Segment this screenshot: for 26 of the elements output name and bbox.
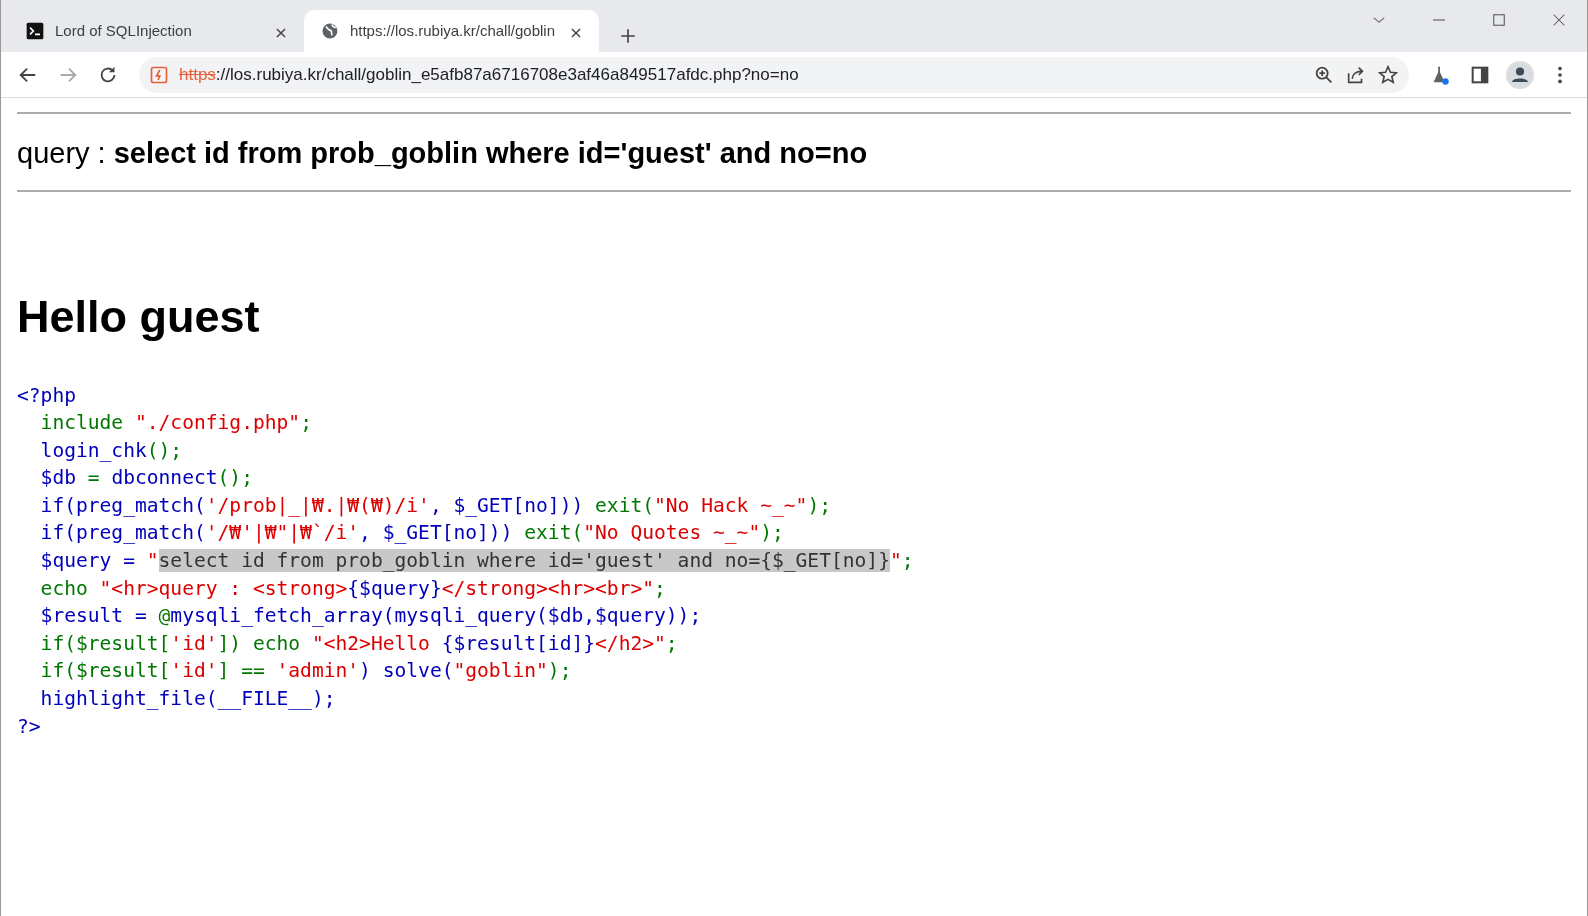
code-line: login_chk(); (39, 437, 184, 464)
maximize-icon[interactable] (1490, 11, 1508, 29)
code-line: $result = @mysqli_fetch_array(mysqli_query($db,$query)); (39, 603, 703, 630)
code-line: highlight_file(__FILE__); (39, 686, 337, 713)
plus-icon (619, 27, 637, 46)
page-heading: Hello guest (17, 289, 261, 344)
url-text: https://los.rubiya.kr/chall/goblin_e5afb87a6716708e3af46a849517afdc.php?no=no (179, 63, 799, 86)
star-icon[interactable] (1377, 63, 1399, 86)
code-line: if(preg_match('/prob|_|₩.|₩(₩)/i', $_GET[no])) exit("No Hack ~_~"); (39, 492, 832, 519)
avatar-icon[interactable] (1506, 60, 1534, 89)
query-text: query : select id from prob_goblin where id='guest' and no=no (17, 136, 869, 171)
terminal-icon (25, 21, 45, 41)
code-line: if($result['id'] == 'admin') solve("goblin"); (39, 658, 573, 685)
close-icon (274, 25, 288, 40)
browser-tab[interactable]: Lord of SQLInjection (9, 10, 304, 52)
address-bar[interactable]: https://los.rubiya.kr/chall/goblin_e5afb87a6716708e3af46a849517afdc.php?no=no (139, 56, 1409, 93)
code-line: $db = dbconnect(); (39, 465, 254, 492)
close-icon (569, 25, 583, 40)
code-line: ?> (17, 713, 42, 740)
code-line: if($result['id']) echo "<h2>Hello {$result[id]}</h2>"; (39, 630, 679, 657)
code-line: <?php (17, 382, 77, 409)
globe-icon (320, 21, 340, 41)
code-line: if(preg_match('/₩'|₩"|₩`/i', $_GET[no])) exit("No Quotes ~_~"); (39, 520, 785, 547)
code-line: include "./config.php"; (39, 410, 313, 437)
browser-tab[interactable]: https://los.rubiya.kr/chall/goblin (304, 10, 599, 52)
code-line: echo "<hr>query : <strong>{$query}</strong><hr><br>"; (39, 575, 667, 602)
